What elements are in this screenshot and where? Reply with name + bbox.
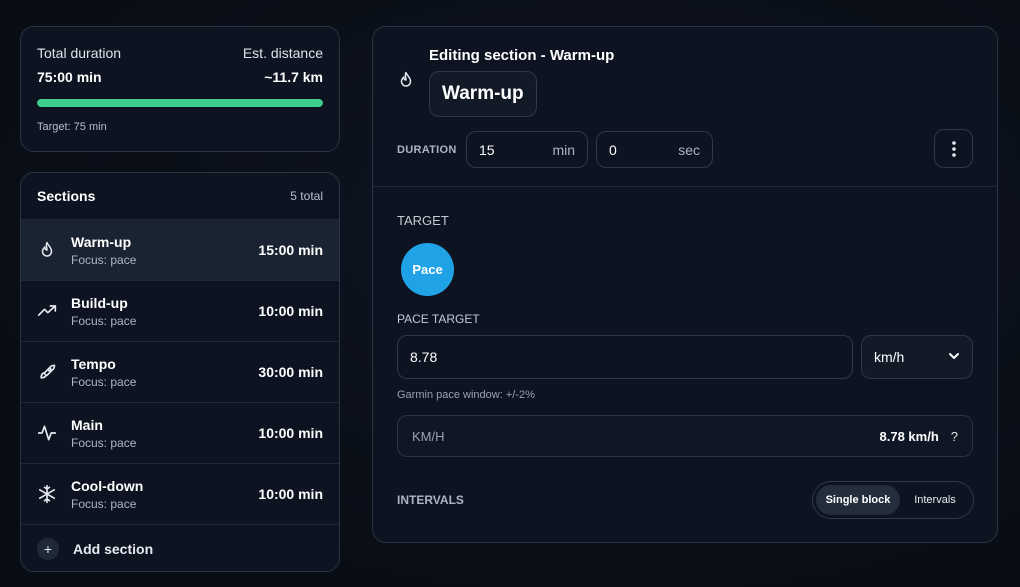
section-item-main[interactable]: Main Focus: pace 10:00 min — [21, 402, 339, 463]
kmh-value: 8.78 km/h — [879, 428, 939, 444]
target-label: TARGET — [397, 213, 449, 228]
editor-header: Editing section - Warm-up Warm-up DURATI… — [373, 27, 997, 187]
duration-progress-fill — [37, 99, 323, 107]
editor-heading: Editing section - Warm-up — [429, 47, 615, 64]
pace-window-note: Garmin pace window: +/-2% — [397, 389, 535, 401]
summary-card: Total duration Est. distance 75:00 min ~… — [20, 26, 340, 152]
section-duration: 10:00 min — [258, 303, 323, 319]
snowflake-icon — [37, 484, 57, 504]
duration-minutes-unit: min — [552, 141, 575, 158]
rocket-icon — [37, 362, 57, 382]
trending-up-icon — [37, 301, 57, 321]
sections-panel: Sections 5 total Warm-up Focus: pace 15:… — [20, 172, 340, 572]
section-focus: Focus: pace — [71, 313, 137, 328]
pace-unit-select[interactable]: km/h — [861, 335, 973, 379]
plus-icon: + — [37, 538, 59, 560]
single-block-option[interactable]: Single block — [816, 485, 900, 515]
duration-progress-bar — [37, 99, 323, 107]
section-name: Cool-down — [71, 477, 144, 494]
section-name: Build-up — [71, 294, 128, 311]
section-editor: Editing section - Warm-up Warm-up DURATI… — [372, 26, 998, 543]
section-focus: Focus: pace — [71, 252, 137, 267]
sections-title: Sections — [37, 188, 96, 204]
section-duration: 30:00 min — [258, 364, 323, 380]
more-options-button[interactable] — [934, 129, 973, 168]
chevron-down-icon — [948, 349, 960, 365]
intervals-label: INTERVALS — [397, 493, 464, 507]
section-duration: 10:00 min — [258, 486, 323, 502]
flame-icon — [37, 240, 57, 260]
est-distance-value: ~11.7 km — [264, 69, 323, 85]
section-focus: Focus: pace — [71, 435, 137, 450]
section-item-cool-down[interactable]: Cool-down Focus: pace 10:00 min — [21, 463, 339, 524]
sections-header: Sections 5 total — [21, 173, 339, 219]
target-pace-option[interactable]: Pace — [401, 243, 454, 296]
flame-icon — [397, 71, 417, 91]
section-focus: Focus: pace — [71, 374, 137, 389]
section-name-input[interactable]: Warm-up — [429, 71, 537, 117]
pace-target-input[interactable]: 8.78 — [397, 335, 853, 379]
est-distance-label: Est. distance — [242, 45, 323, 61]
kmh-readout: KM/H 8.78 km/h ? — [397, 415, 973, 457]
intervals-toggle: Single block Intervals — [812, 481, 974, 519]
kebab-menu-icon — [951, 140, 956, 157]
add-section-button[interactable]: + Add section — [21, 524, 339, 571]
total-duration-value: 75:00 min — [37, 69, 102, 85]
total-duration-label: Total duration — [37, 45, 122, 61]
duration-seconds-field[interactable]: 0 sec — [596, 131, 713, 168]
activity-icon — [37, 423, 57, 443]
section-item-warm-up[interactable]: Warm-up Focus: pace 15:00 min — [21, 219, 339, 280]
duration-seconds-value: 0 — [609, 141, 617, 158]
section-focus: Focus: pace — [71, 496, 137, 511]
help-icon[interactable]: ? — [951, 429, 958, 444]
duration-label: DURATION — [397, 144, 457, 156]
duration-minutes-field[interactable]: 15 min — [466, 131, 588, 168]
intervals-option[interactable]: Intervals — [900, 485, 970, 515]
section-name: Warm-up — [71, 233, 132, 250]
add-section-label: Add section — [73, 541, 154, 557]
duration-minutes-value: 15 — [479, 141, 495, 158]
section-duration: 10:00 min — [258, 425, 323, 441]
sections-count: 5 total — [290, 189, 323, 203]
target-text: Target: 75 min — [37, 121, 107, 133]
pace-target-label: PACE TARGET — [397, 312, 480, 326]
duration-seconds-unit: sec — [678, 141, 700, 158]
section-name: Main — [71, 416, 103, 433]
pace-unit-value: km/h — [874, 349, 905, 365]
section-item-tempo[interactable]: Tempo Focus: pace 30:00 min — [21, 341, 339, 402]
kmh-label: KM/H — [412, 428, 445, 444]
section-duration: 15:00 min — [258, 242, 323, 258]
section-item-build-up[interactable]: Build-up Focus: pace 10:00 min — [21, 280, 339, 341]
section-name: Tempo — [71, 355, 116, 372]
